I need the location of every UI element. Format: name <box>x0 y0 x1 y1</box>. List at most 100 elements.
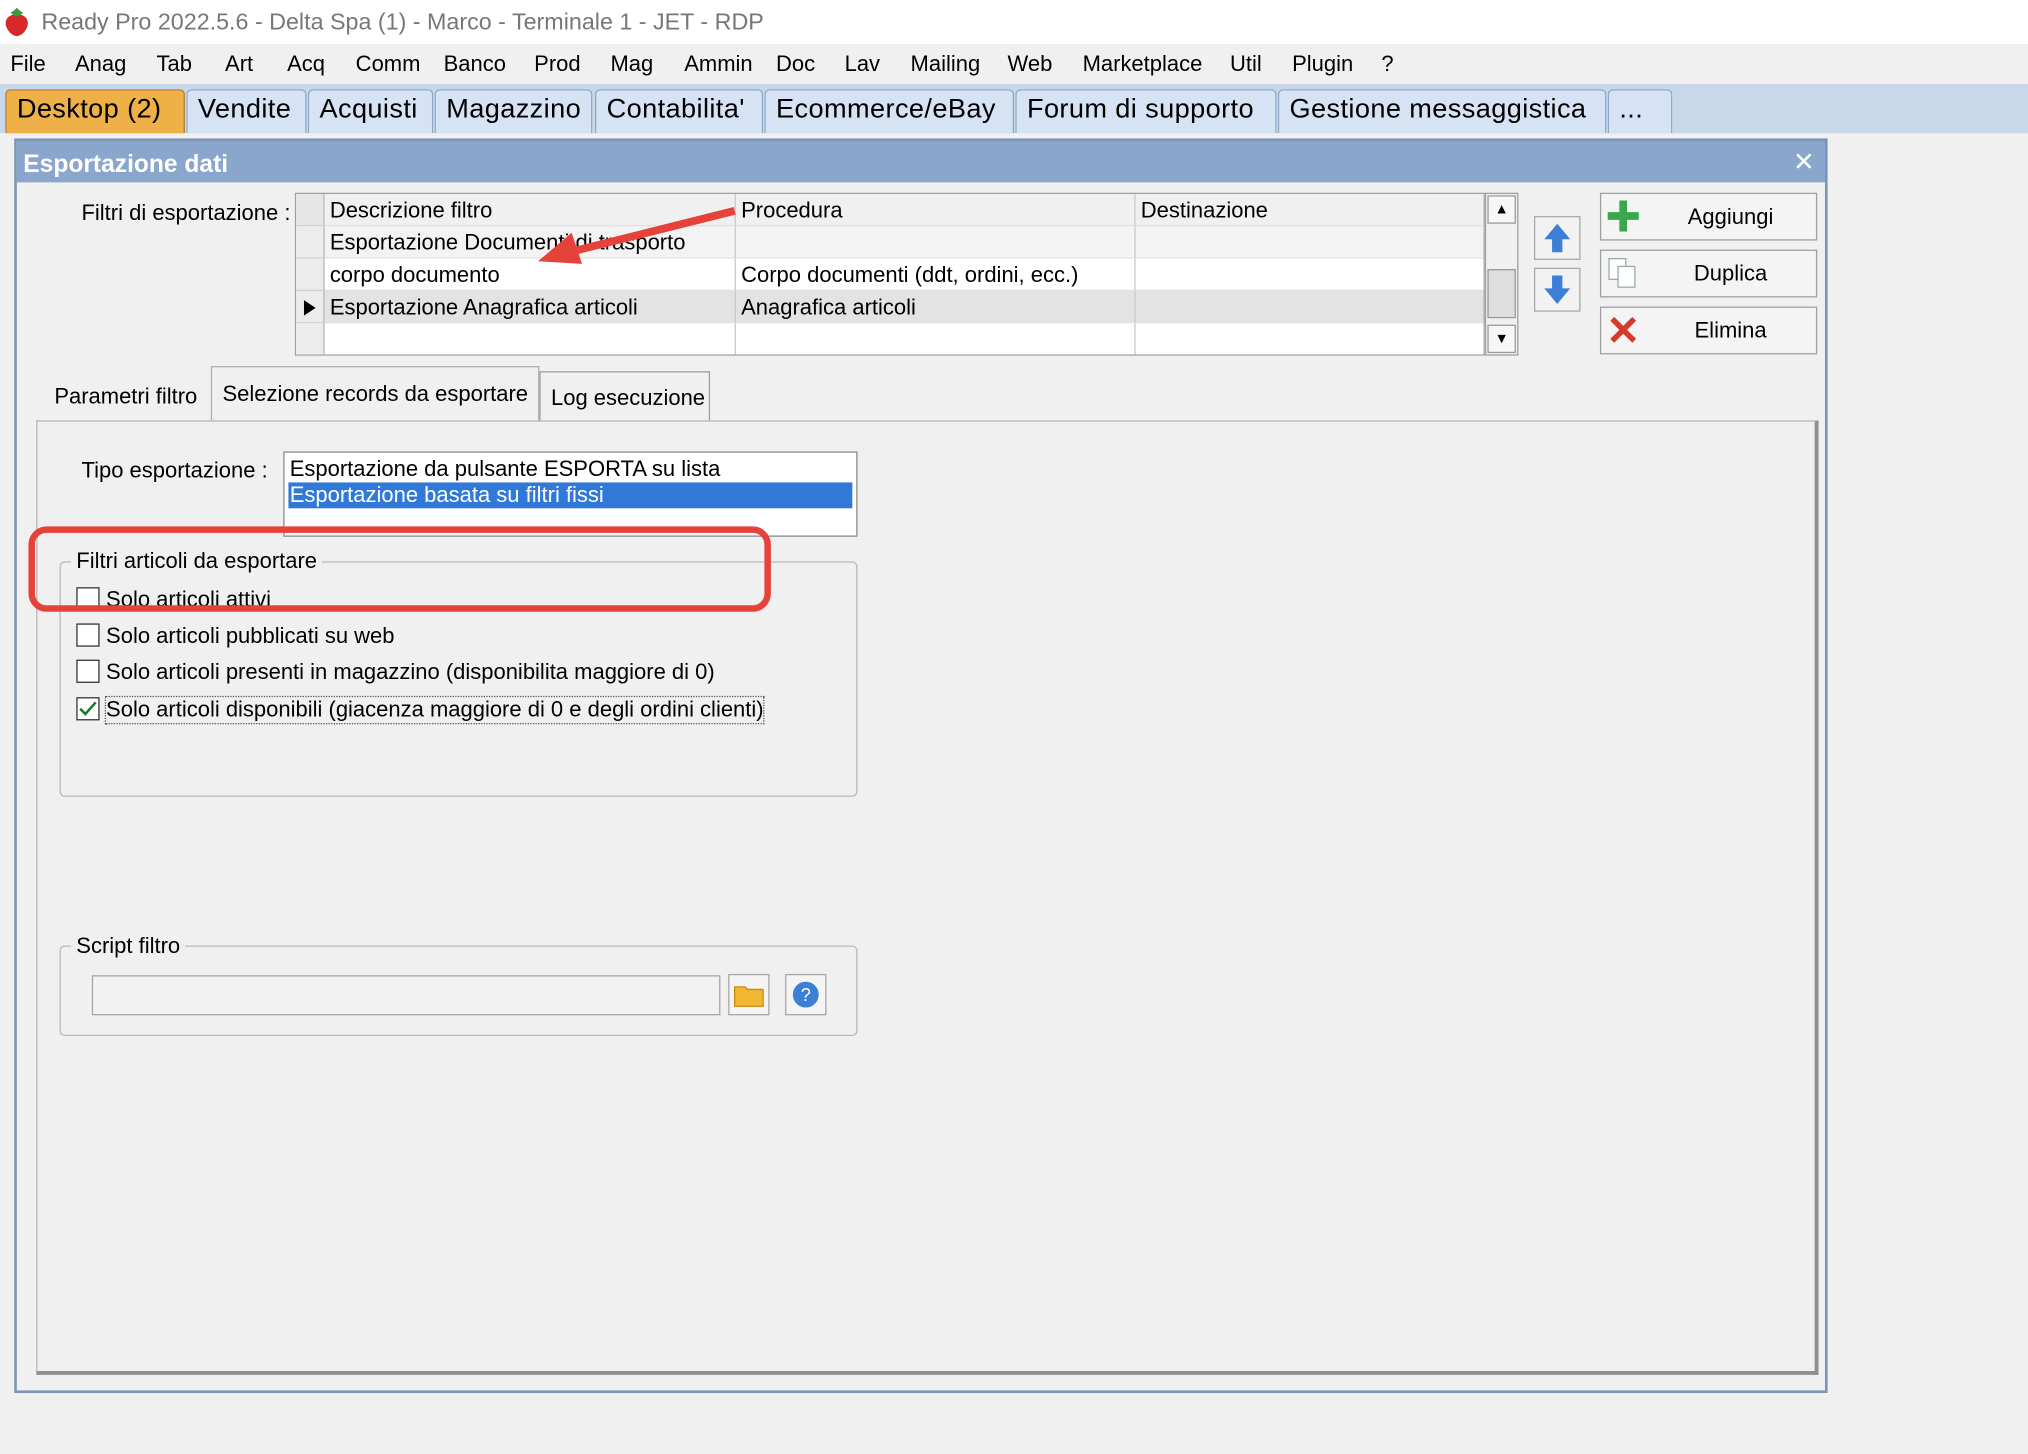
aggiungi-button[interactable]: Aggiungi <box>1599 192 1818 241</box>
menu-banco[interactable]: Banco <box>444 52 506 78</box>
annotation-highlight-box <box>28 526 771 612</box>
menu-util[interactable]: Util <box>1230 52 1262 78</box>
filters-label: Filtri di esportazione : <box>81 200 291 226</box>
tab-parametri-filtro[interactable]: Parametri filtro <box>44 371 208 420</box>
scroll-thumb[interactable] <box>1487 269 1516 319</box>
menu-web[interactable]: Web <box>1008 52 1053 78</box>
elimina-label: Elimina <box>1694 318 1767 343</box>
grid-corner <box>296 194 325 227</box>
menu-help[interactable]: ? <box>1381 52 1393 78</box>
menu-acq[interactable]: Acq <box>287 52 325 78</box>
move-down-button[interactable] <box>1533 267 1581 312</box>
cell-destinazione <box>1135 226 1484 259</box>
browse-folder-button[interactable] <box>728 973 770 1016</box>
menu-prod[interactable]: Prod <box>534 52 580 78</box>
table-row-empty[interactable] <box>296 323 1484 355</box>
svg-text:?: ? <box>801 985 811 1005</box>
checkbox-solo-presenti-magazzino[interactable] <box>76 659 100 683</box>
row-indicator <box>296 291 325 324</box>
menu-bar: File Anag Tab Art Acq Comm Banco Prod Ma… <box>0 45 2028 85</box>
window-header-title: Esportazione dati <box>23 151 229 179</box>
folder-icon <box>734 986 764 1007</box>
menu-mailing[interactable]: Mailing <box>911 52 981 78</box>
row-indicator <box>296 226 325 259</box>
cell-empty <box>735 323 1136 355</box>
checkbox-label: Solo articoli presenti in magazzino (dis… <box>106 659 715 685</box>
window-header: Esportazione dati ✕ <box>16 140 1825 183</box>
column-header-destinazione[interactable]: Destinazione <box>1135 194 1484 227</box>
menu-doc[interactable]: Doc <box>776 52 815 78</box>
main-tab-forum[interactable]: Forum di supporto <box>1015 89 1277 134</box>
filters-grid[interactable]: Descrizione filtro Procedura Destinazion… <box>294 192 1485 356</box>
duplica-label: Duplica <box>1693 261 1768 286</box>
table-row-selected[interactable]: Esportazione Anagrafica articoli Anagraf… <box>296 291 1484 324</box>
duplica-button[interactable]: Duplica <box>1599 249 1818 298</box>
menu-lav[interactable]: Lav <box>845 52 880 78</box>
main-tab-messaggistica[interactable]: Gestione messaggistica <box>1277 89 1607 134</box>
script-filtro-title: Script filtro <box>71 933 186 960</box>
column-header-procedura[interactable]: Procedura <box>735 194 1136 227</box>
menu-mag[interactable]: Mag <box>610 52 653 78</box>
table-row[interactable]: Esportazione Documenti di trasporto <box>296 226 1484 259</box>
title-bar: Ready Pro 2022.5.6 - Delta Spa (1) - Mar… <box>0 0 2028 44</box>
cell-empty <box>1135 323 1484 355</box>
main-tab-magazzino[interactable]: Magazzino <box>434 89 593 134</box>
cell-procedura: Anagrafica articoli <box>735 291 1136 324</box>
menu-plugin[interactable]: Plugin <box>1292 52 1353 78</box>
grid-scrollbar[interactable]: ▲ ▼ <box>1484 192 1519 356</box>
plus-icon <box>1607 200 1639 232</box>
help-icon: ? <box>792 981 819 1008</box>
duplicate-icon <box>1608 258 1636 288</box>
cell-procedura <box>735 226 1136 259</box>
main-tab-strip: Desktop (2) Vendite Acquisti Magazzino C… <box>0 84 2028 134</box>
list-item-selected[interactable]: Esportazione basata su filtri fissi <box>288 482 853 509</box>
menu-file[interactable]: File <box>10 52 45 78</box>
checkbox-label: Solo articoli disponibili (giacenza magg… <box>104 695 765 725</box>
annotation-arrow-icon <box>538 207 736 264</box>
main-tab-ecommerce[interactable]: Ecommerce/eBay <box>764 89 1015 134</box>
scroll-down-icon[interactable]: ▼ <box>1487 324 1516 354</box>
menu-art[interactable]: Art <box>225 52 253 78</box>
cell-empty <box>324 323 736 355</box>
aggiungi-label: Aggiungi <box>1687 204 1774 229</box>
cell-descrizione: Esportazione Anagrafica articoli <box>324 291 736 324</box>
row-indicator <box>296 258 325 292</box>
delete-x-icon <box>1610 316 1637 343</box>
menu-tab[interactable]: Tab <box>157 52 192 78</box>
main-tab-acquisti[interactable]: Acquisti <box>307 89 434 134</box>
menu-anag[interactable]: Anag <box>75 52 126 78</box>
tab-log-esecuzione[interactable]: Log esecuzione <box>539 371 711 421</box>
export-window: Esportazione dati ✕ Filtri di esportazio… <box>14 138 1828 1393</box>
blue-down-arrow-icon <box>1544 275 1571 304</box>
close-icon[interactable]: ✕ <box>1793 146 1815 178</box>
cell-destinazione <box>1135 291 1484 324</box>
row-indicator <box>296 323 325 355</box>
menu-ammin[interactable]: Ammin <box>684 52 752 78</box>
menu-comm[interactable]: Comm <box>356 52 421 78</box>
current-row-icon <box>303 300 316 316</box>
blue-up-arrow-icon <box>1544 223 1571 253</box>
main-tab-contabilita[interactable]: Contabilita' <box>594 89 764 134</box>
script-filtro-input[interactable] <box>91 975 721 1016</box>
table-row[interactable]: corpo documento Corpo documenti (ddt, or… <box>296 258 1484 292</box>
move-up-button[interactable] <box>1533 215 1581 260</box>
elimina-button[interactable]: Elimina <box>1599 306 1818 355</box>
tab-selezione-records[interactable]: Selezione records da esportare <box>210 366 540 421</box>
checkbox-label: Solo articoli pubblicati su web <box>106 623 395 648</box>
grid-header-row: Descrizione filtro Procedura Destinazion… <box>296 194 1484 227</box>
menu-marketplace[interactable]: Marketplace <box>1083 52 1203 78</box>
tipo-esportazione-list[interactable]: Esportazione da pulsante ESPORTA su list… <box>283 451 858 537</box>
help-button[interactable]: ? <box>785 973 827 1016</box>
window-title: Ready Pro 2022.5.6 - Delta Spa (1) - Mar… <box>41 9 764 35</box>
main-tab-desktop[interactable]: Desktop (2) <box>5 89 185 134</box>
cell-destinazione <box>1135 259 1484 292</box>
main-tab-vendite[interactable]: Vendite <box>186 89 307 134</box>
list-item[interactable]: Esportazione da pulsante ESPORTA su list… <box>288 457 852 483</box>
cell-procedura: Corpo documenti (ddt, ordini, ecc.) <box>735 258 1136 292</box>
main-tab-more[interactable]: ... <box>1607 89 1673 134</box>
check-icon <box>79 701 97 716</box>
tipo-esportazione-label: Tipo esportazione : <box>81 457 268 483</box>
checkbox-solo-disponibili[interactable] <box>76 697 100 721</box>
scroll-up-icon[interactable]: ▲ <box>1487 195 1516 224</box>
checkbox-solo-pubblicati-web[interactable] <box>76 623 100 647</box>
